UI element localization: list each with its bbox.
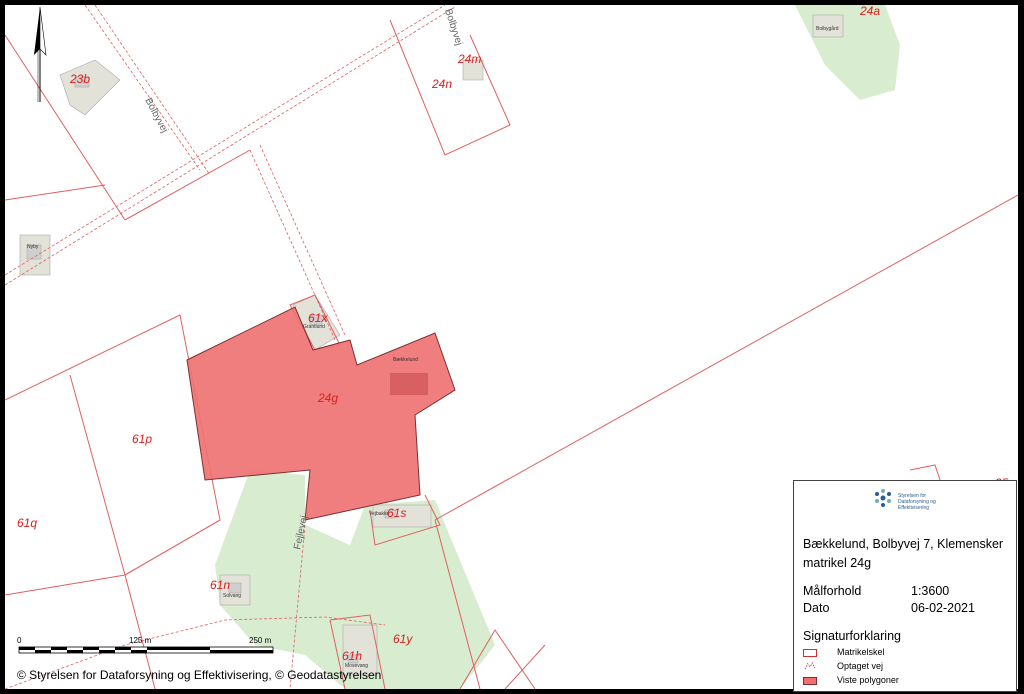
road-label-bolbyvej: Bolbyvej (142, 96, 169, 135)
scale-tick-250: 250 m (249, 636, 272, 645)
north-arrow-icon (34, 7, 47, 102)
building-label-solvang: Solvang (223, 593, 241, 599)
date-label: Dato (803, 601, 830, 615)
parcel-label-24m: 24m (457, 52, 481, 66)
agency-logo-text: Styrelsen for Dataforsyning og Effektivi… (898, 493, 936, 511)
legend-box: Styrelsen for Dataforsyning og Effektivi… (793, 480, 1017, 692)
building-label-baekkelund: Bækkelund (393, 357, 418, 363)
legend-item-optaget-vej: Optaget vej (803, 661, 1003, 673)
parcel-label-23b: 23b (69, 72, 90, 86)
parcel-label-61y: 61y (393, 632, 413, 646)
scale-tick-125: 125 m (129, 636, 152, 645)
building-label-nyby: Nyby (27, 244, 39, 250)
road-label-bolbyvej-north: Bolbyvej (442, 8, 464, 47)
signatur-heading: Signaturforklaring (803, 629, 901, 643)
scale-bar: 0 125 m 250 m (17, 635, 277, 665)
parcel-label-61s: 61s (387, 506, 406, 520)
legend-title-line1: Bækkelund, Bolbyvej 7, Klemensker (803, 537, 1004, 551)
dashed-red-icon (804, 662, 816, 670)
legend-item-matrikelskel: Matrikelskel (803, 647, 1003, 659)
parcel-label-61p: 61p (132, 432, 152, 446)
parcel-label-61x: 61x (308, 311, 328, 325)
date-value: 06-02-2021 (911, 601, 975, 615)
legend-title-line2: matrikel 24g (803, 556, 872, 570)
parcel-label-61h: 61h (342, 649, 362, 663)
parcel-label-24a: 24a (859, 5, 880, 18)
outline-red-icon (803, 649, 817, 657)
copyright-text: © Styrelsen for Dataforsyning og Effekti… (17, 668, 382, 682)
parcel-label-61n: 61n (210, 578, 230, 592)
baekkelund-building (390, 373, 428, 395)
filled-red-icon (803, 677, 817, 685)
agency-logo: Styrelsen for Dataforsyning og Effektivi… (872, 487, 952, 517)
parcel-label-24g: 24g (317, 391, 338, 405)
legend-item-viste-polygoner: Viste polygoner (803, 675, 1003, 687)
building-label-bolbygaard: Bolbygård (816, 25, 839, 32)
agency-logo-icon (875, 489, 891, 507)
scale-tick-0: 0 (17, 636, 22, 645)
parcel-label-61q: 61q (17, 516, 37, 530)
scale-label: Målforhold (803, 584, 862, 598)
scale-value: 1:3600 (911, 584, 950, 598)
parcel-label-24n: 24n (431, 77, 452, 91)
